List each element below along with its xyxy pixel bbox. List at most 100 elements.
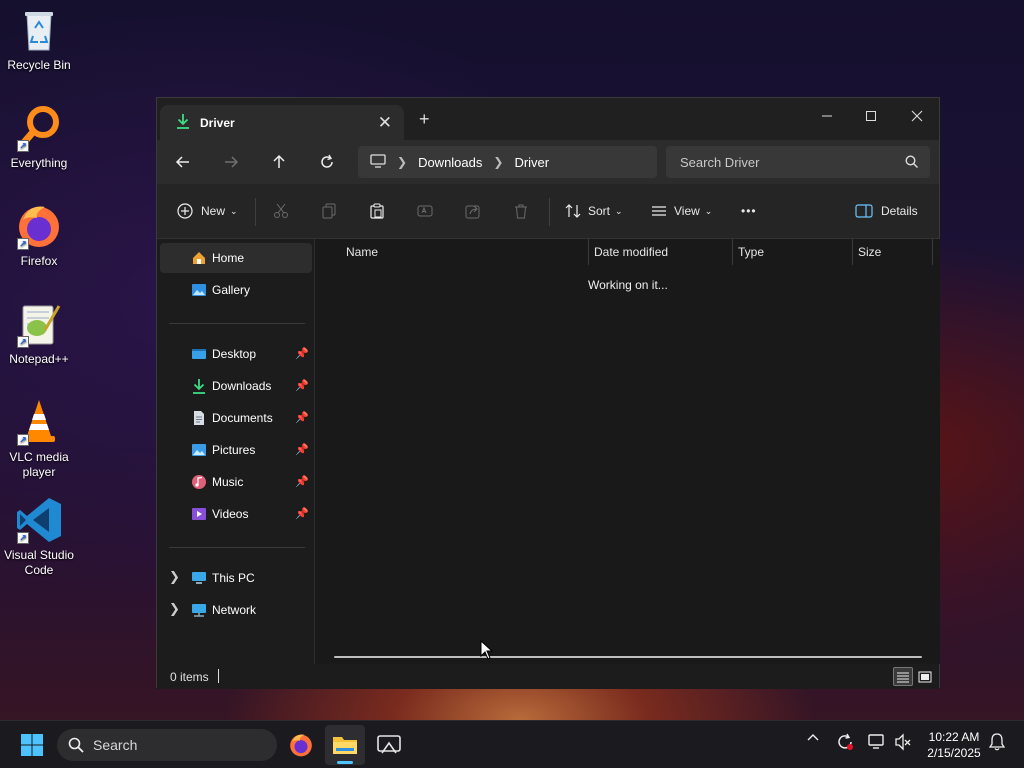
chevron-right-icon[interactable]: ❯ [397, 155, 407, 169]
breadcrumb-item-downloads[interactable]: Downloads [418, 155, 482, 170]
chevron-right-icon[interactable]: ❯ [169, 569, 180, 585]
more-options-button[interactable]: ••• [741, 198, 757, 224]
search-placeholder: Search Driver [680, 154, 760, 170]
column-divider[interactable] [932, 239, 933, 265]
notifications-button[interactable] [986, 733, 1008, 751]
rename-icon [417, 205, 433, 217]
sort-label: Sort [588, 204, 611, 218]
horizontal-scrollbar[interactable] [334, 656, 922, 658]
taskbar-search-box[interactable]: Search [57, 729, 277, 761]
close-tab-icon[interactable]: ✕ [378, 113, 392, 133]
breadcrumb-item-driver[interactable]: Driver [514, 155, 549, 170]
volume-muted-icon[interactable] [892, 733, 914, 751]
shortcut-arrow-icon: ↗ [17, 532, 29, 544]
tab-driver[interactable]: Driver ✕ [160, 105, 404, 140]
sync-status-icon[interactable] [834, 733, 856, 751]
sidebar-item-music[interactable]: Music 📌 [160, 467, 312, 497]
taskbar-search-label: Search [93, 737, 138, 753]
address-bar: ❯ Downloads ❯ Driver Search Driver [157, 140, 939, 184]
new-tab-button[interactable]: + [419, 109, 430, 130]
refresh-button[interactable] [313, 150, 341, 174]
desktop-icon-vlc[interactable]: ↗ VLC media player [0, 398, 78, 480]
column-label: Type [738, 245, 765, 259]
sidebar-item-this-pc[interactable]: ❯ This PC [160, 563, 312, 593]
chevron-up-icon [807, 734, 819, 741]
search-icon [68, 737, 84, 756]
sidebar-item-label: Pictures [212, 443, 256, 457]
pin-icon[interactable]: 📌 [295, 475, 309, 488]
large-icons-view-button[interactable] [915, 667, 935, 686]
details-view-button[interactable] [893, 667, 913, 686]
pin-icon[interactable]: 📌 [295, 507, 309, 520]
sidebar-item-desktop[interactable]: Desktop 📌 [160, 339, 312, 369]
videos-icon [192, 508, 206, 520]
desktop-icon-vscode[interactable]: ↗ Visual Studio Code [0, 496, 78, 578]
share-button[interactable] [465, 198, 481, 224]
column-header-type[interactable]: Type [738, 239, 764, 265]
desktop-icon-firefox[interactable]: ↗ Firefox [0, 202, 78, 269]
column-header-date-modified[interactable]: Date modified [594, 239, 668, 265]
sidebar-item-network[interactable]: ❯ Network [160, 595, 312, 625]
download-folder-icon [176, 113, 190, 132]
pin-icon[interactable]: 📌 [295, 379, 309, 392]
start-button[interactable] [12, 725, 52, 765]
taskbar-file-explorer[interactable] [325, 725, 365, 765]
chevron-down-icon: ⌄ [615, 205, 623, 216]
minimize-icon [822, 115, 832, 117]
desktop-icon-recycle-bin[interactable]: Recycle Bin [0, 6, 78, 73]
view-button[interactable]: View ⌄ [651, 198, 712, 224]
minimize-button[interactable] [804, 102, 850, 130]
sidebar-item-pictures[interactable]: Pictures 📌 [160, 435, 312, 465]
taskbar-firefox[interactable] [281, 725, 321, 765]
desktop-icon-notepadpp[interactable]: ↗ Notepad++ [0, 300, 78, 367]
new-button[interactable]: New ⌄ [177, 198, 238, 224]
column-divider[interactable] [852, 239, 853, 265]
recycle-bin-icon [15, 6, 63, 54]
pin-icon[interactable]: 📌 [295, 411, 309, 424]
sidebar-item-label: Documents [212, 411, 273, 425]
column-divider[interactable] [732, 239, 733, 265]
delete-button[interactable] [513, 198, 529, 224]
pin-icon[interactable]: 📌 [295, 443, 309, 456]
breadcrumb[interactable]: ❯ Downloads ❯ Driver [358, 146, 657, 178]
maximize-icon [866, 111, 876, 121]
system-clock[interactable]: 10:22 AM 2/15/2025 [918, 729, 990, 761]
rename-button[interactable] [417, 198, 435, 224]
sidebar-item-gallery[interactable]: Gallery [160, 275, 312, 305]
chevron-right-icon[interactable]: ❯ [169, 601, 180, 617]
show-hidden-icons-button[interactable] [804, 733, 822, 741]
column-divider[interactable] [588, 239, 589, 265]
back-button[interactable] [169, 150, 197, 174]
close-window-button[interactable] [894, 102, 940, 130]
maximize-button[interactable] [848, 102, 894, 130]
chevron-right-icon[interactable]: ❯ [493, 155, 503, 169]
network-status-icon[interactable] [866, 733, 888, 751]
desktop-icon-label: Everything [10, 156, 68, 170]
mouse-cursor-icon [480, 640, 494, 660]
paste-button[interactable] [369, 198, 385, 224]
cut-button[interactable] [273, 198, 289, 224]
desktop-icon-everything[interactable]: ↗ Everything [0, 104, 78, 171]
notepadpp-icon: ↗ [15, 300, 63, 348]
details-button[interactable]: Details [855, 198, 918, 224]
shortcut-arrow-icon: ↗ [17, 434, 29, 446]
details-label: Details [881, 204, 918, 218]
sidebar-item-documents[interactable]: Documents 📌 [160, 403, 312, 433]
forward-button[interactable] [217, 150, 245, 174]
sidebar-item-downloads[interactable]: Downloads 📌 [160, 371, 312, 401]
copy-button[interactable] [321, 198, 337, 224]
sidebar-item-home[interactable]: Home [160, 243, 312, 273]
taskbar-snipping-tool[interactable] [369, 725, 409, 765]
file-list[interactable]: Name Date modified Type Size Working on … [316, 239, 940, 664]
column-header-name[interactable]: Name [346, 239, 378, 265]
up-button[interactable] [265, 150, 293, 174]
sidebar-item-label: Home [212, 251, 245, 265]
sort-button[interactable]: Sort ⌄ [565, 198, 623, 224]
shortcut-arrow-icon: ↗ [17, 140, 29, 152]
pin-icon[interactable]: 📌 [295, 347, 309, 360]
column-header-size[interactable]: Size [858, 239, 881, 265]
monitor-icon[interactable] [370, 153, 386, 171]
search-input[interactable]: Search Driver [666, 146, 930, 178]
status-bar: 0 items [157, 664, 939, 689]
sidebar-item-videos[interactable]: Videos 📌 [160, 499, 312, 529]
